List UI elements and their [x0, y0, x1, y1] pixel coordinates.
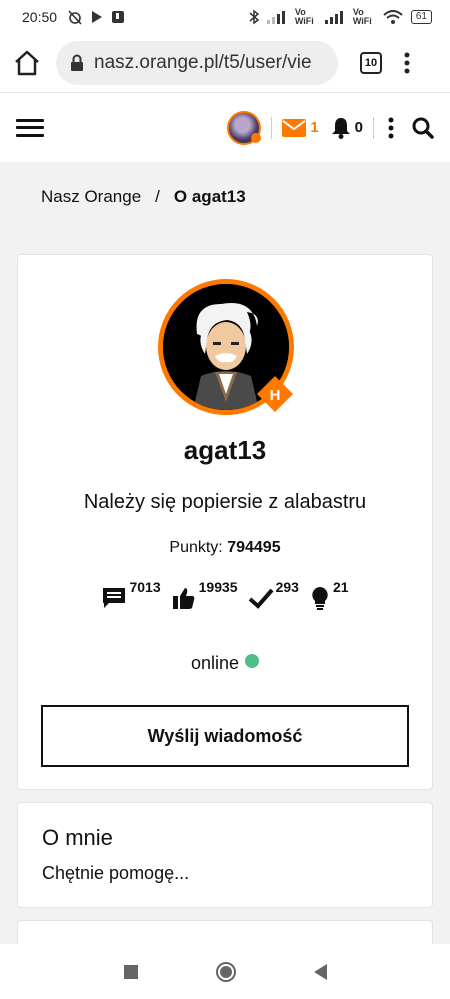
profile-rank-title: Należy się popiersie z alabastru — [83, 491, 367, 513]
profile-card: H agat13 Należy się popiersie z alabastr… — [17, 254, 433, 790]
rank-badge-icon: H — [257, 376, 293, 412]
app-notification-icon — [112, 11, 125, 23]
battery-icon: 61 — [410, 10, 432, 24]
system-nav-bar — [0, 944, 450, 999]
address-bar[interactable]: nasz.orange.pl/t5/user/vie — [56, 41, 338, 85]
points-value: 794495 — [227, 539, 281, 556]
stat-kudos: 19935 — [171, 579, 238, 611]
about-title: O mnie — [42, 825, 113, 850]
about-card: O mnie Chętnie pomogę... — [17, 802, 433, 908]
home-nav-icon[interactable] — [215, 961, 236, 982]
online-dot-icon — [245, 654, 260, 668]
home-icon[interactable] — [12, 49, 42, 77]
play-icon — [92, 11, 103, 23]
notifications-count[interactable]: 0 — [355, 119, 363, 136]
wifi-icon — [383, 10, 403, 24]
back-icon[interactable] — [313, 963, 327, 980]
checkmark-icon — [248, 588, 274, 609]
breadcrumb-home-link[interactable]: Nasz Orange — [41, 187, 141, 207]
message-bubble-icon — [103, 588, 126, 608]
lock-icon — [71, 54, 83, 71]
bluetooth-icon — [249, 9, 259, 25]
breadcrumb: Nasz Orange / O agat13 — [0, 162, 450, 232]
more-options-icon[interactable] — [388, 117, 394, 139]
mail-icon[interactable] — [282, 118, 307, 137]
user-avatar[interactable] — [227, 110, 262, 145]
stat-solutions: 293 — [248, 579, 299, 611]
signal-icon — [266, 11, 285, 24]
url-text: nasz.orange.pl/t5/user/vie — [94, 52, 312, 73]
send-message-button[interactable]: Wyślij wiadomość — [41, 705, 409, 767]
about-text: Chętnie pomogę... — [42, 863, 190, 883]
browser-toolbar: nasz.orange.pl/t5/user/vie 10 — [0, 34, 450, 92]
lightbulb-icon — [312, 587, 328, 610]
hamburger-menu-icon[interactable] — [16, 118, 44, 137]
status-time: 20:50 — [22, 9, 58, 25]
stat-ideas: 21 — [309, 579, 349, 611]
stat-posts: 7013 — [101, 579, 161, 611]
messages-count[interactable]: 1 — [310, 119, 318, 136]
stat-posts-value: 7013 — [129, 579, 161, 595]
points-label: Punkty: — [169, 539, 223, 556]
status-bar: 20:50 Vo WiFi Vo WiFi 61 — [0, 0, 450, 34]
online-status: online — [18, 653, 432, 674]
divider — [373, 116, 374, 139]
profile-points: Punkty: 794495 — [18, 539, 432, 557]
search-icon[interactable] — [412, 117, 434, 139]
thumbs-up-icon — [172, 588, 194, 609]
stat-solutions-value: 293 — [275, 579, 299, 595]
recent-apps-icon[interactable] — [123, 964, 138, 979]
breadcrumb-current: O agat13 — [173, 187, 246, 206]
bell-icon[interactable] — [331, 117, 351, 139]
breadcrumb-separator: / — [155, 187, 160, 206]
profile-stats: 7013 19935 293 21 — [18, 579, 432, 611]
online-status-label: online — [190, 653, 240, 673]
profile-avatar-wrapper: H — [158, 279, 294, 415]
site-header: 1 0 — [0, 92, 450, 162]
alarm-off-icon — [68, 10, 82, 25]
vowifi-label-2: Vo WiFi — [352, 7, 372, 26]
profile-username: agat13 — [183, 435, 267, 465]
vowifi-label-1: Vo WiFi — [294, 7, 314, 26]
stat-ideas-value: 21 — [332, 579, 349, 595]
rank-badge-letter: H — [270, 387, 281, 404]
stat-kudos-value: 19935 — [198, 579, 238, 595]
signal-icon-2 — [324, 11, 343, 24]
browser-menu-icon[interactable] — [404, 52, 410, 74]
divider — [271, 116, 273, 139]
tab-switcher-button[interactable]: 10 — [360, 52, 382, 74]
